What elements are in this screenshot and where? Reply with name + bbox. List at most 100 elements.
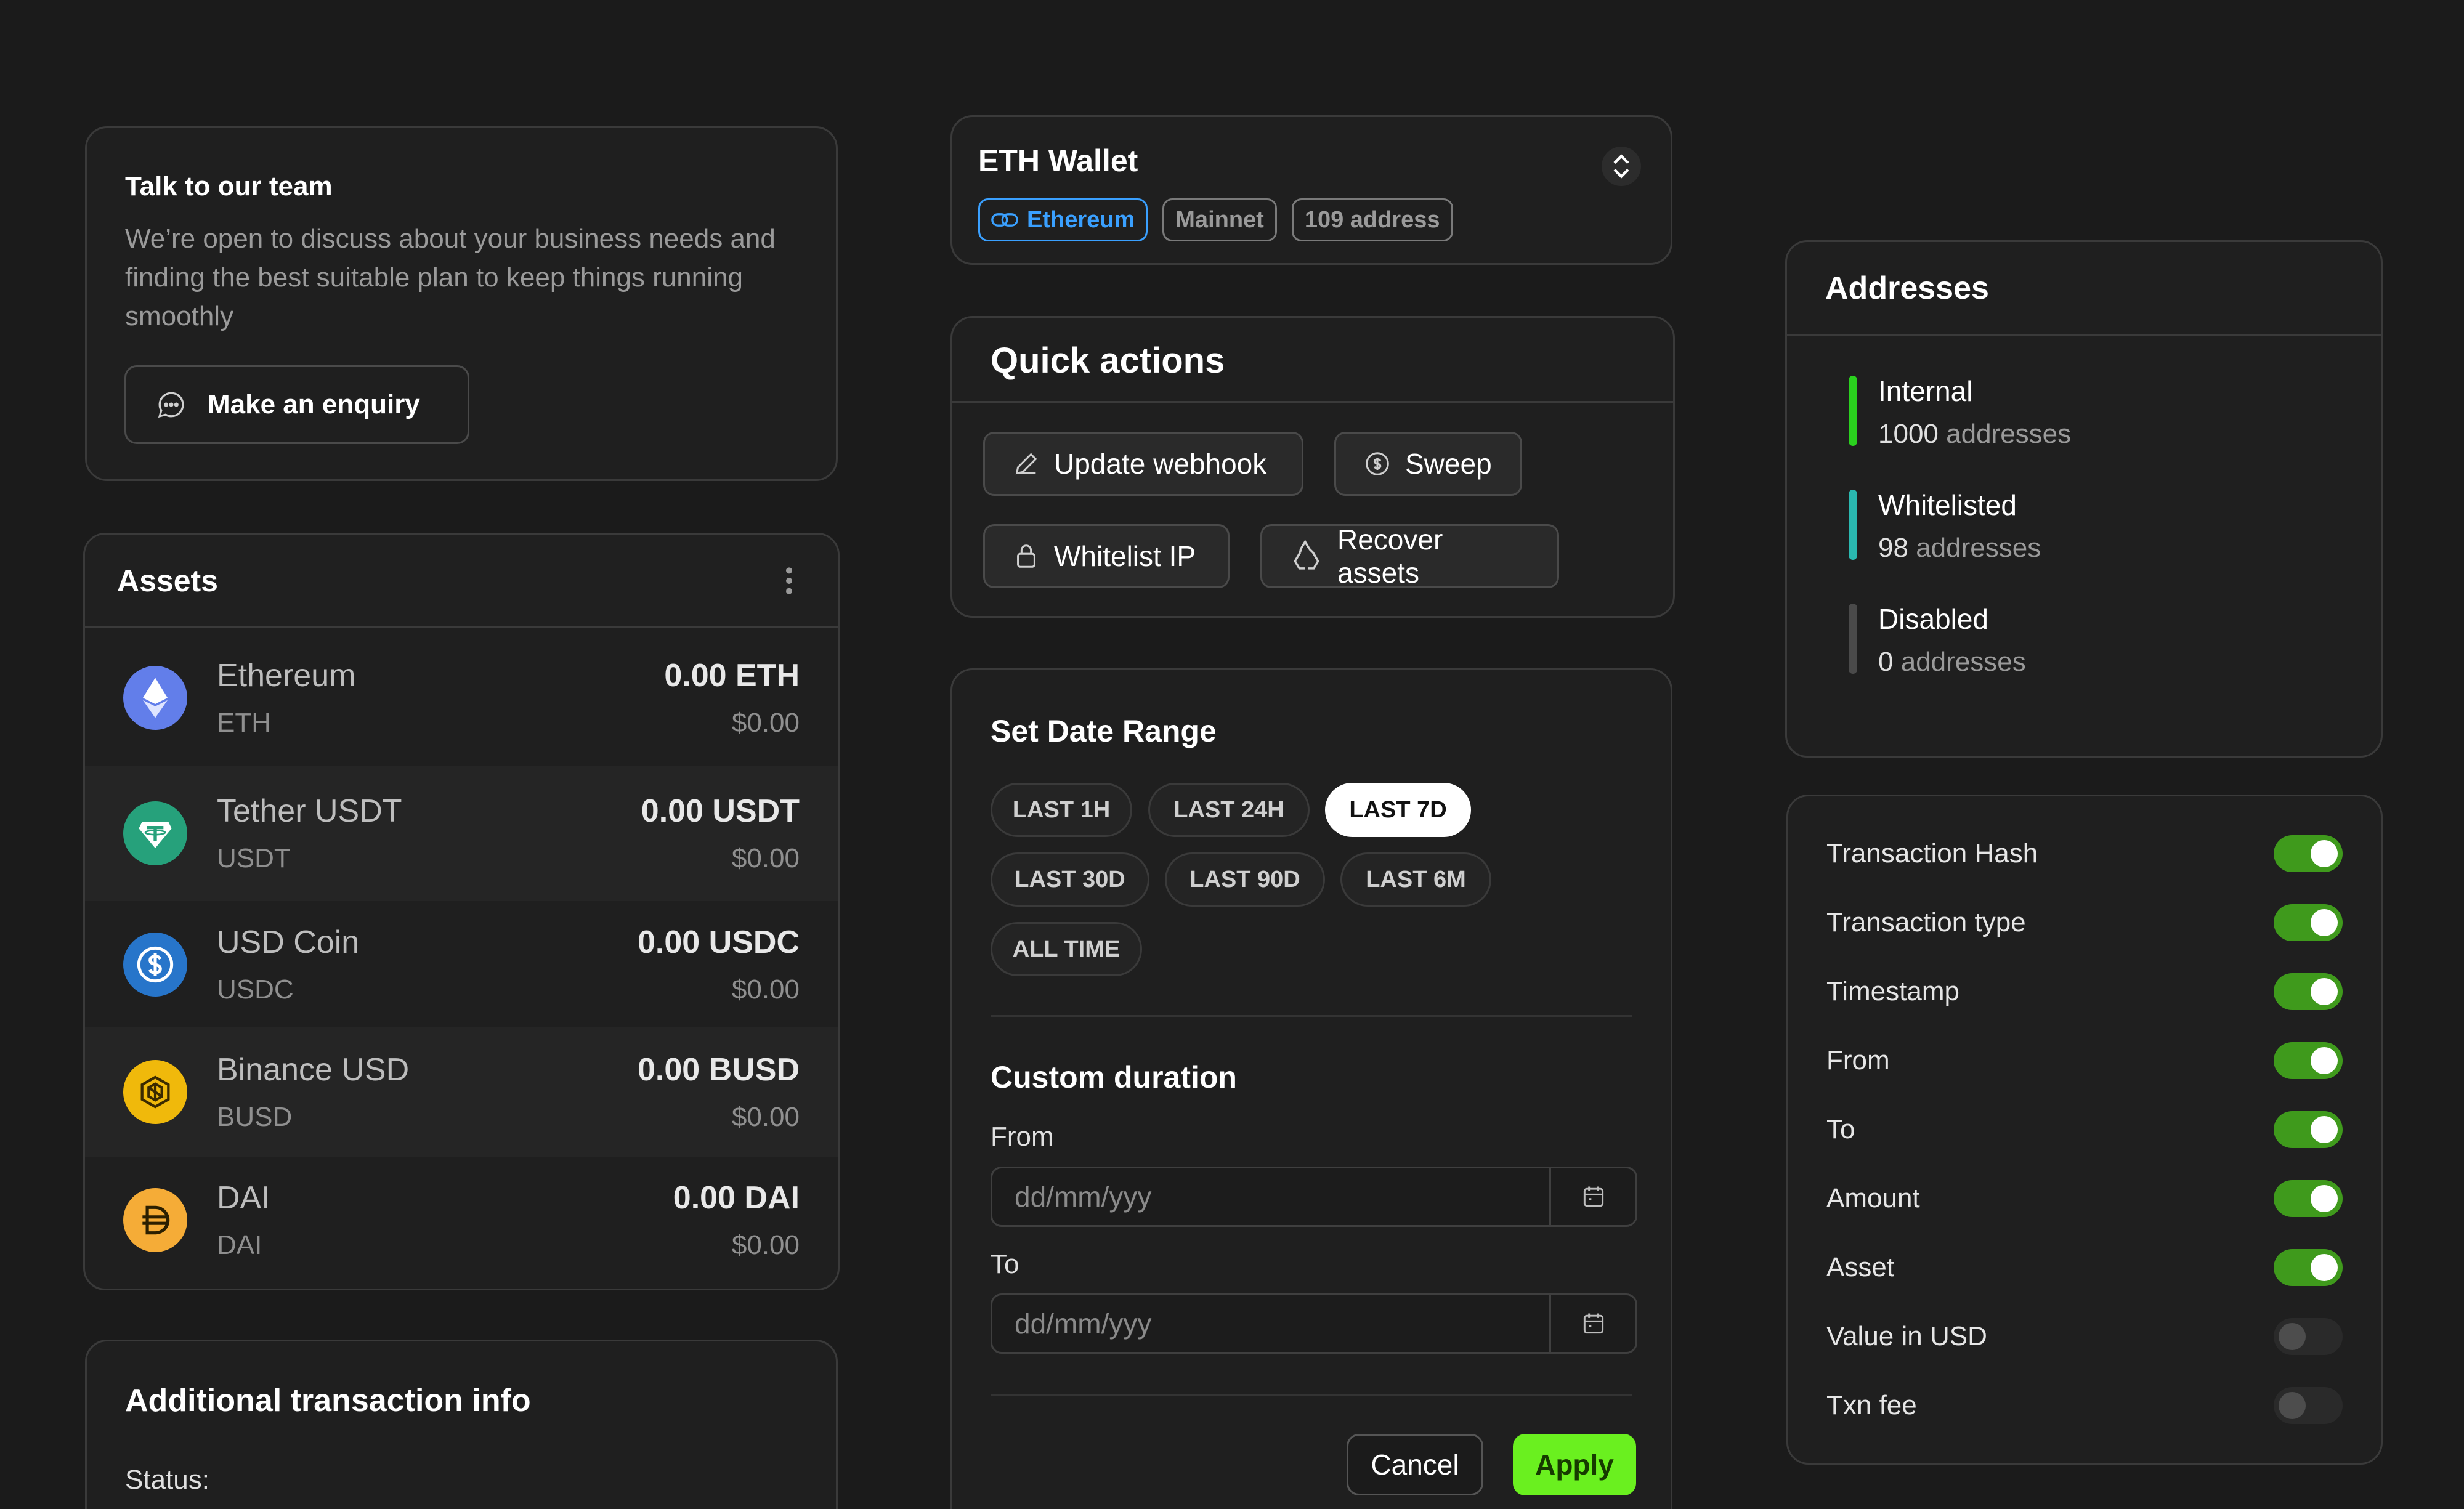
column-toggles-card: Transaction Hash Transaction type Timest… (1786, 795, 2383, 1465)
address-unit: addresses (1916, 533, 2041, 563)
asset-name: USD Coin (217, 924, 360, 960)
status-label: Status: (125, 1465, 209, 1495)
from-date-placeholder: dd/mm/yyy (1015, 1181, 1152, 1213)
asset-row-usd-coin[interactable]: USD Coin USDC 0.00 USDC $0.00 (85, 901, 838, 1027)
address-count: 0 (1878, 647, 1894, 677)
toggle-switch[interactable] (2274, 1042, 2343, 1079)
toggle-switch[interactable] (2274, 1249, 2343, 1286)
to-date-placeholder: dd/mm/yyy (1015, 1308, 1152, 1340)
asset-amount: 0.00 ETH (664, 658, 800, 694)
toggle-switch[interactable] (2274, 1111, 2343, 1148)
tether-icon (123, 801, 187, 865)
address-group-name: Disabled (1878, 603, 1988, 635)
toggle-row-timestamp: Timestamp (1826, 970, 2343, 1013)
asset-row-ethereum[interactable]: Ethereum ETH 0.00 ETH $0.00 (85, 630, 838, 766)
preset-last-30d[interactable]: LAST 30D (991, 852, 1149, 907)
talk-to-team-card: Talk to our team We’re open to discuss a… (85, 126, 838, 481)
status-bar (1849, 490, 1857, 560)
asset-symbol: DAI (217, 1229, 262, 1260)
asset-amount: 0.00 BUSD (638, 1052, 800, 1088)
wallet-selector[interactable]: ETH Wallet Ethereum Mainnet 109 address (950, 115, 1672, 265)
sweep-button[interactable]: Sweep (1334, 432, 1522, 496)
status-bar (1849, 376, 1857, 446)
dollar-circle-icon (1363, 450, 1392, 478)
preset-last-7d[interactable]: LAST 7D (1325, 783, 1471, 837)
whitelist-ip-button[interactable]: Whitelist IP (983, 524, 1230, 588)
ethereum-icon (123, 666, 187, 730)
calendar-icon[interactable] (1549, 1168, 1635, 1225)
recycle-icon (1289, 539, 1324, 573)
usd-coin-icon (123, 932, 187, 997)
address-group-disabled[interactable]: Disabled 0 addresses (1849, 602, 2026, 678)
asset-row-tether[interactable]: Tether USDT USDT 0.00 USDT $0.00 (85, 766, 838, 901)
asset-amount: 0.00 USDT (641, 793, 800, 829)
toggle-label: To (1826, 1114, 1855, 1144)
link-icon (991, 211, 1018, 229)
preset-all-time[interactable]: ALL TIME (991, 922, 1142, 976)
asset-usd-value: $0.00 (731, 1229, 800, 1260)
quick-actions-card: Quick actions Update webhook Sweep White… (950, 316, 1675, 618)
asset-row-binance-usd[interactable]: Binance USD BUSD 0.00 BUSD $0.00 (85, 1027, 838, 1157)
divider (991, 1015, 1632, 1017)
lock-icon (1012, 542, 1040, 570)
apply-button[interactable]: Apply (1513, 1434, 1636, 1495)
more-vertical-icon[interactable] (785, 565, 793, 596)
toggle-row-amount: Amount (1826, 1177, 2343, 1220)
address-count-tag: 109 address (1291, 198, 1453, 241)
toggle-switch[interactable] (2274, 835, 2343, 872)
toggle-label: Transaction type (1826, 907, 2026, 937)
update-webhook-button[interactable]: Update webhook (983, 432, 1303, 496)
chat-bubble-icon (156, 389, 187, 420)
toggle-label: Txn fee (1826, 1390, 1917, 1420)
toggle-row-transaction-hash: Transaction Hash (1826, 832, 2343, 875)
assets-title: Assets (117, 563, 218, 598)
button-label: Update webhook (1054, 448, 1267, 480)
to-label: To (991, 1249, 1019, 1279)
make-enquiry-label: Make an enquiry (208, 389, 420, 419)
asset-row-dai[interactable]: DAI DAI 0.00 DAI $0.00 (85, 1157, 838, 1283)
asset-symbol: USDT (217, 843, 291, 873)
asset-name: Ethereum (217, 658, 356, 694)
addresses-card: Addresses Internal 1000 addresses Whitel… (1785, 240, 2383, 758)
toggle-switch[interactable] (2274, 1180, 2343, 1217)
asset-name: Tether USDT (217, 793, 402, 829)
assets-header: Assets (85, 535, 838, 628)
cancel-button[interactable]: Cancel (1347, 1434, 1483, 1495)
quick-actions-title: Quick actions (952, 318, 1673, 403)
address-group-name: Whitelisted (1878, 489, 2017, 521)
from-date-field[interactable]: dd/mm/yyy (991, 1167, 1637, 1227)
make-enquiry-button[interactable]: Make an enquiry (124, 365, 469, 444)
toggle-switch[interactable] (2274, 1318, 2343, 1355)
recover-assets-button[interactable]: Recover assets (1260, 524, 1559, 589)
preset-last-24h[interactable]: LAST 24H (1148, 783, 1310, 837)
button-label: Whitelist IP (1054, 540, 1196, 572)
preset-last-6m[interactable]: LAST 6M (1340, 852, 1491, 907)
preset-last-90d[interactable]: LAST 90D (1165, 852, 1325, 907)
toggle-switch[interactable] (2274, 1387, 2343, 1424)
divider (991, 1394, 1632, 1396)
tag-label: Ethereum (1027, 206, 1135, 233)
toggle-label: Asset (1826, 1252, 1895, 1282)
chevron-up-down-icon[interactable] (1602, 147, 1641, 186)
asset-amount: 0.00 USDC (638, 924, 800, 960)
address-unit: addresses (1946, 419, 2072, 449)
preset-last-1h[interactable]: LAST 1H (991, 783, 1132, 837)
toggle-switch[interactable] (2274, 904, 2343, 941)
additional-transaction-info-card: Additional transaction info Status: (85, 1340, 838, 1509)
to-date-field[interactable]: dd/mm/yyy (991, 1293, 1637, 1354)
addresses-title: Addresses (1787, 242, 2381, 336)
date-range-title: Set Date Range (991, 714, 1217, 748)
asset-amount: 0.00 DAI (673, 1179, 800, 1216)
network-tag-mainnet: Mainnet (1162, 198, 1277, 241)
talk-description: We’re open to discuss about your busines… (125, 224, 776, 331)
toggle-label: Value in USD (1826, 1321, 1987, 1351)
assets-card: Assets Ethereum ETH 0.00 ETH $0.00 Tethe… (83, 533, 840, 1290)
toggle-switch[interactable] (2274, 973, 2343, 1010)
calendar-icon[interactable] (1549, 1295, 1635, 1352)
asset-usd-value: $0.00 (731, 1102, 800, 1132)
toggle-row-to: To (1826, 1108, 2343, 1151)
address-group-internal[interactable]: Internal 1000 addresses (1849, 374, 2071, 450)
status-bar (1849, 604, 1857, 674)
address-group-whitelisted[interactable]: Whitelisted 98 addresses (1849, 488, 2041, 564)
toggle-label: From (1826, 1045, 1890, 1075)
